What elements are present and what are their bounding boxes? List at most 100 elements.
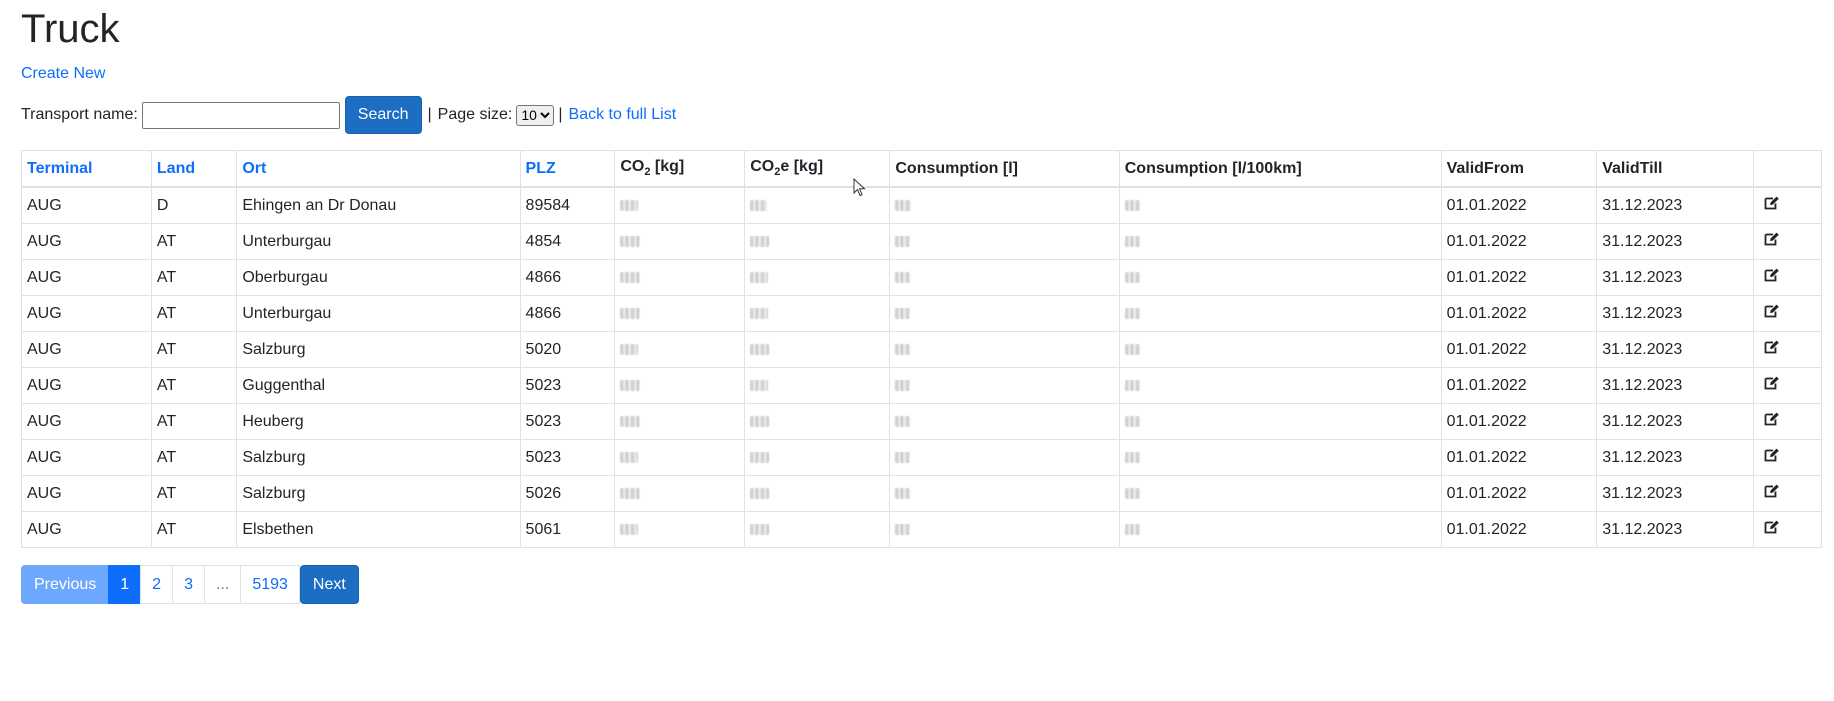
- redacted-value: [895, 415, 911, 427]
- actions-cell: [1753, 186, 1822, 224]
- table-row: AUG AT Unterburgau 4854 01.01.2022 31.12.2023: [21, 223, 1822, 260]
- ort-cell: Oberburgau: [236, 259, 521, 296]
- page-size-label: Page size:: [437, 106, 513, 123]
- edit-icon[interactable]: [1764, 448, 1780, 467]
- plz-cell: 5023: [519, 403, 616, 440]
- land-cell: AT: [150, 367, 238, 404]
- actions-cell: [1753, 439, 1822, 476]
- edit-icon[interactable]: [1764, 520, 1780, 539]
- plz-cell: 5023: [519, 367, 616, 404]
- ort-cell: Salzburg: [236, 439, 521, 476]
- plz-cell: 4854: [519, 223, 616, 260]
- terminal-cell: AUG: [21, 439, 152, 476]
- sort-plz-header[interactable]: PLZ: [526, 160, 556, 177]
- ort-cell: Elsbethen: [236, 511, 521, 548]
- create-new-link[interactable]: Create New: [21, 65, 105, 83]
- actions-cell: [1753, 259, 1822, 296]
- sort-ort-header[interactable]: Ort: [242, 160, 266, 177]
- consumption-cell: [889, 367, 1120, 404]
- page-container: Truck Create New Transport name: Search …: [21, 0, 1822, 604]
- co2e-cell: [744, 511, 891, 548]
- transport-name-label: Transport name:: [21, 106, 138, 123]
- consumption-cell: [889, 331, 1120, 368]
- redacted-value: [1124, 379, 1140, 391]
- redacted-value: [620, 415, 641, 427]
- edit-icon[interactable]: [1764, 304, 1780, 323]
- next-page-button[interactable]: Next: [299, 565, 359, 604]
- back-to-full-list-link[interactable]: Back to full List: [569, 106, 677, 124]
- co2e-cell: [744, 403, 891, 440]
- land-cell: AT: [150, 223, 238, 260]
- sort-land-header[interactable]: Land: [157, 160, 195, 177]
- redacted-value: [620, 199, 639, 211]
- valid-till-cell: 31.12.2023: [1596, 259, 1755, 296]
- land-cell: AT: [150, 259, 238, 296]
- page-1-button[interactable]: 1: [108, 565, 142, 604]
- redacted-value: [620, 487, 641, 499]
- land-cell: AT: [150, 475, 238, 512]
- redacted-value: [895, 379, 911, 391]
- valid-from-cell: 01.01.2022: [1440, 295, 1598, 332]
- edit-icon[interactable]: [1764, 196, 1780, 215]
- redacted-value: [1124, 487, 1140, 499]
- terminal-cell: AUG: [21, 223, 152, 260]
- page-3-button[interactable]: 3: [172, 565, 205, 604]
- table-row: AUG AT Unterburgau 4866 01.01.2022 31.12.2023: [21, 295, 1822, 332]
- consumption-100km-cell: [1118, 367, 1442, 404]
- redacted-value: [620, 523, 639, 535]
- page-size-select[interactable]: 10: [516, 104, 555, 126]
- redacted-value: [620, 235, 641, 247]
- search-button[interactable]: Search: [344, 96, 422, 134]
- consumption-cell: [889, 403, 1120, 440]
- co2e-cell: [744, 259, 891, 296]
- consumption-cell: [889, 186, 1120, 224]
- search-bar: Transport name: Search | Page size: 10 |…: [21, 96, 1821, 134]
- edit-icon[interactable]: [1764, 484, 1780, 503]
- consumption-cell: [889, 511, 1120, 548]
- page-2-button[interactable]: 2: [140, 565, 174, 604]
- co2-cell: [614, 511, 746, 548]
- edit-icon[interactable]: [1764, 376, 1780, 395]
- pagination: Previous 1 2 3 ... 5193 Next: [21, 565, 1821, 604]
- table-row: AUG AT Elsbethen 5061 01.01.2022 31.12.2023: [21, 511, 1822, 548]
- redacted-value: [1124, 523, 1140, 535]
- table-row: AUG AT Heuberg 5023 01.01.2022 31.12.2023: [21, 403, 1822, 440]
- valid-from-cell: 01.01.2022: [1440, 186, 1598, 224]
- redacted-value: [750, 343, 770, 355]
- co2e-header: CO2e [kg]: [744, 150, 891, 188]
- page-ellipsis: ...: [203, 565, 242, 604]
- valid-till-header: ValidTill: [1596, 150, 1755, 188]
- previous-page-button[interactable]: Previous: [21, 565, 110, 604]
- edit-icon[interactable]: [1764, 340, 1780, 359]
- transport-name-input[interactable]: [141, 101, 340, 129]
- page-last-button[interactable]: 5193: [240, 565, 300, 604]
- co2-cell: [614, 403, 746, 440]
- plz-cell: 5061: [519, 511, 616, 548]
- consumption-header: Consumption [l]: [889, 150, 1120, 188]
- sort-terminal-header[interactable]: Terminal: [27, 160, 93, 177]
- separator: |: [558, 106, 563, 123]
- edit-icon[interactable]: [1764, 268, 1780, 287]
- valid-till-cell: 31.12.2023: [1596, 403, 1755, 440]
- redacted-value: [895, 487, 911, 499]
- co2e-cell: [744, 367, 891, 404]
- terminal-cell: AUG: [21, 331, 152, 368]
- valid-from-cell: 01.01.2022: [1440, 475, 1598, 512]
- plz-cell: 89584: [519, 186, 616, 224]
- co2e-cell: [744, 186, 891, 224]
- co2-cell: [614, 475, 746, 512]
- actions-cell: [1753, 295, 1822, 332]
- co2e-cell: [744, 331, 891, 368]
- consumption-100km-cell: [1118, 223, 1442, 260]
- co2-header: CO2 [kg]: [614, 150, 746, 188]
- actions-cell: [1753, 223, 1822, 260]
- edit-icon[interactable]: [1764, 412, 1780, 431]
- table-row: AUG AT Salzburg 5020 01.01.2022 31.12.2023: [21, 331, 1822, 368]
- actions-cell: [1753, 331, 1822, 368]
- redacted-value: [750, 199, 768, 211]
- redacted-value: [750, 235, 770, 247]
- edit-icon[interactable]: [1764, 232, 1780, 251]
- co2-cell: [614, 331, 746, 368]
- ort-cell: Salzburg: [236, 331, 521, 368]
- redacted-value: [895, 271, 911, 283]
